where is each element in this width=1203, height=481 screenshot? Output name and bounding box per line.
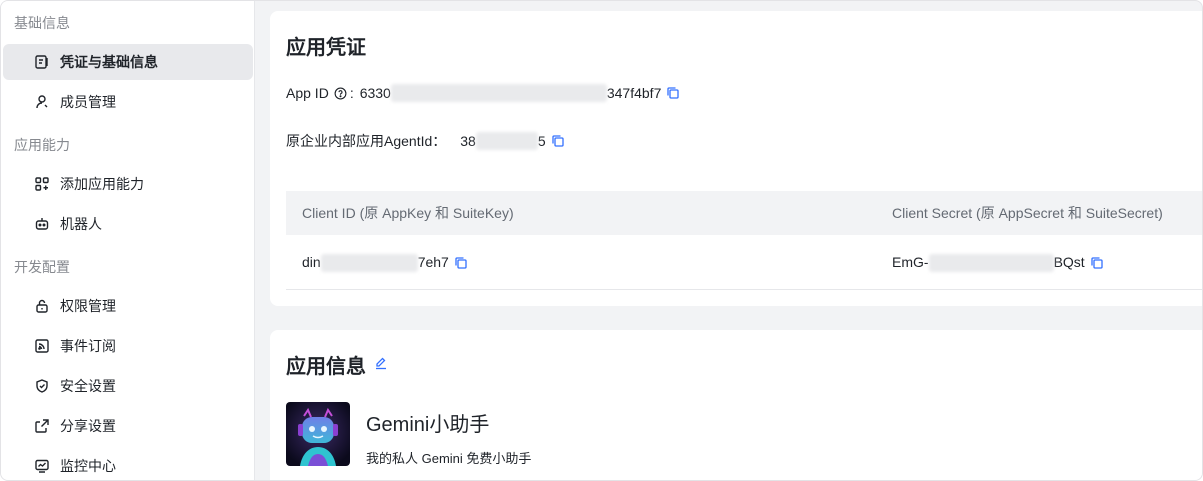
sidebar-item-monitor[interactable]: 监控中心 bbox=[3, 448, 253, 480]
sidebar-item-label: 分享设置 bbox=[60, 418, 116, 434]
credentials-table-header: Client ID (原 AppKey 和 SuiteKey) Client S… bbox=[286, 191, 1202, 235]
sidebar-item-robot[interactable]: 机器人 bbox=[3, 206, 253, 242]
agent-id-redacted bbox=[475, 132, 538, 150]
app-description: 我的私人 Gemini 免费小助手 bbox=[366, 451, 532, 466]
app-id-label: App ID bbox=[286, 85, 329, 101]
sidebar-item-add-ability[interactable]: 添加应用能力 bbox=[3, 166, 253, 202]
sidebar: 基础信息 凭证与基础信息 成员管理 应用能力 添加应用能力 机器人 开发配置 权… bbox=[1, 1, 255, 480]
copy-icon[interactable] bbox=[1090, 256, 1104, 270]
monitor-icon bbox=[34, 458, 50, 474]
help-icon[interactable] bbox=[334, 87, 347, 100]
sidebar-item-permissions[interactable]: 权限管理 bbox=[3, 288, 253, 324]
copy-icon[interactable] bbox=[551, 134, 565, 148]
credentials-table: Client ID (原 AppKey 和 SuiteKey) Client S… bbox=[286, 191, 1202, 290]
sidebar-item-share[interactable]: 分享设置 bbox=[3, 408, 253, 444]
app-id-row: App ID : 6330 347f4bf7 bbox=[286, 84, 680, 102]
sidebar-item-label: 监控中心 bbox=[60, 458, 116, 474]
credentials-title: 应用凭证 bbox=[286, 37, 366, 59]
sidebar-item-label: 事件订阅 bbox=[60, 338, 116, 354]
credential-icon bbox=[34, 54, 50, 70]
shield-icon bbox=[34, 378, 50, 394]
edit-icon[interactable] bbox=[374, 356, 388, 370]
sidebar-item-label: 成员管理 bbox=[60, 94, 116, 110]
agent-id-label: 原企业内部应用AgentId： bbox=[286, 133, 447, 149]
client-id-redacted bbox=[320, 253, 418, 272]
app-info-title: 应用信息 bbox=[286, 356, 366, 378]
sidebar-item-label: 机器人 bbox=[60, 216, 102, 232]
app-info-card: 应用信息 Gemini小助手 我的私人 Gemini 免费小助手 bbox=[270, 330, 1202, 480]
client-id-value-end: 7eh7 bbox=[417, 254, 449, 270]
agent-id-value-end: 5 bbox=[537, 133, 546, 149]
rss-icon bbox=[34, 338, 50, 354]
client-id-value-start: din bbox=[302, 254, 321, 270]
agent-id-row: 原企业内部应用AgentId： 38 5 bbox=[286, 131, 565, 151]
client-secret-cell: EmG- BQst bbox=[892, 235, 1104, 290]
app-id-value-start: 6330 bbox=[359, 85, 391, 101]
app-frame: 基础信息 凭证与基础信息 成员管理 应用能力 添加应用能力 机器人 开发配置 权… bbox=[0, 0, 1203, 481]
app-name: Gemini小助手 bbox=[366, 414, 490, 436]
lock-icon bbox=[34, 298, 50, 314]
sidebar-item-security[interactable]: 安全设置 bbox=[3, 368, 253, 404]
copy-icon[interactable] bbox=[666, 86, 680, 100]
agent-id-value-start: 38 bbox=[460, 133, 476, 149]
sidebar-group-ability: 应用能力 bbox=[14, 137, 70, 153]
sidebar-item-events[interactable]: 事件订阅 bbox=[3, 328, 253, 364]
column-header-client-id: Client ID (原 AppKey 和 SuiteKey) bbox=[302, 205, 514, 221]
sidebar-group-dev: 开发配置 bbox=[14, 259, 70, 275]
sidebar-item-members[interactable]: 成员管理 bbox=[3, 84, 253, 120]
app-avatar bbox=[286, 402, 350, 466]
sidebar-group-basic: 基础信息 bbox=[14, 15, 70, 31]
sidebar-item-label: 权限管理 bbox=[60, 298, 116, 314]
sidebar-item-label: 凭证与基础信息 bbox=[60, 54, 158, 70]
app-id-colon: : bbox=[349, 85, 354, 101]
client-id-cell: din 7eh7 bbox=[302, 235, 468, 290]
table-row: din 7eh7 EmG- BQst bbox=[286, 235, 1202, 290]
app-id-value-end: 347f4bf7 bbox=[606, 85, 662, 101]
column-header-client-secret: Client Secret (原 AppSecret 和 SuiteSecret… bbox=[892, 205, 1163, 221]
client-secret-value-end: BQst bbox=[1053, 254, 1085, 270]
client-secret-value-start: EmG- bbox=[892, 254, 929, 270]
sidebar-item-label: 添加应用能力 bbox=[60, 176, 144, 192]
add-grid-icon bbox=[34, 176, 50, 192]
sidebar-item-label: 安全设置 bbox=[60, 378, 116, 394]
robot-icon bbox=[34, 216, 50, 232]
sidebar-item-credentials[interactable]: 凭证与基础信息 bbox=[3, 44, 253, 80]
share-icon bbox=[34, 418, 50, 434]
copy-icon[interactable] bbox=[454, 256, 468, 270]
user-icon bbox=[34, 94, 50, 110]
client-secret-redacted bbox=[928, 253, 1054, 272]
app-id-redacted bbox=[390, 84, 607, 102]
credentials-card: 应用凭证 App ID : 6330 347f4bf7 原企业内部应用Agent… bbox=[270, 11, 1202, 306]
